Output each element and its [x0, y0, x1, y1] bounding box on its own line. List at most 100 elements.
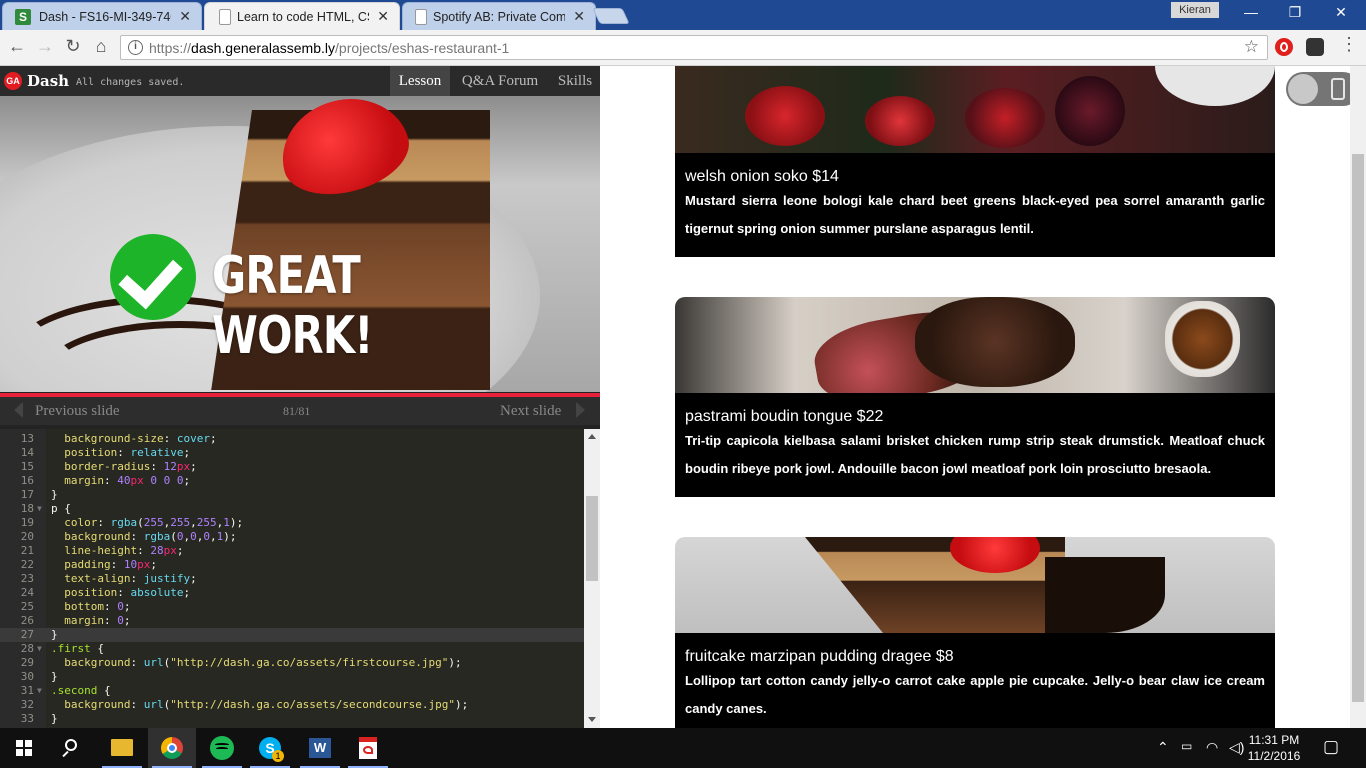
reload-icon[interactable]: ↻	[62, 36, 84, 57]
tab-title: Dash - FS16-MI-349-740	[39, 10, 171, 24]
code-token: :	[130, 530, 144, 543]
code-line[interactable]: 32 background: url("http://dash.ga.co/as…	[0, 698, 584, 712]
fold-arrow-icon[interactable]: ▼	[37, 502, 42, 516]
code-token: 0	[190, 530, 197, 543]
code-text: }	[51, 670, 58, 684]
incognito-extension-icon[interactable]	[1306, 38, 1324, 56]
code-token: :	[130, 698, 144, 711]
tab-lesson[interactable]: Lesson	[390, 66, 450, 96]
code-token: ;	[209, 432, 217, 445]
code-line[interactable]: 18 ▼ p {	[0, 502, 584, 516]
ga-logo-icon[interactable]: GA	[4, 72, 22, 90]
close-tab-icon[interactable]: ✕	[573, 8, 585, 25]
code-line[interactable]: 15 border-radius: 12px;	[0, 460, 584, 474]
code-token: .second	[51, 684, 98, 697]
minimize-icon[interactable]: —	[1228, 4, 1274, 20]
fold-arrow-icon[interactable]: ▼	[37, 684, 42, 698]
code-line[interactable]: 16 margin: 40px 0 0 0;	[0, 474, 584, 488]
info-icon[interactable]: i	[128, 40, 143, 55]
acrobat-icon[interactable]	[344, 728, 392, 768]
editor-scrollbar[interactable]	[584, 429, 600, 728]
code-line[interactable]: 26 margin: 0;	[0, 614, 584, 628]
previous-slide-button[interactable]: Previous slide	[35, 403, 120, 420]
code-line[interactable]: 23 text-align: justify;	[0, 572, 584, 586]
chrome-menu-icon[interactable]: ⋮	[1338, 34, 1360, 55]
tab-skills[interactable]: Skills	[550, 66, 600, 96]
code-token: );	[448, 656, 462, 669]
code-token: ;	[183, 474, 191, 487]
code-line[interactable]: 30}	[0, 670, 584, 684]
skype-icon[interactable]: S 1	[246, 728, 294, 768]
code-token: :	[117, 446, 131, 459]
close-window-icon[interactable]: ✕	[1318, 4, 1364, 21]
code-line[interactable]: 20 background: rgba(0,0,0,1);	[0, 530, 584, 544]
code-line[interactable]: 28 ▼ .first {	[0, 642, 584, 656]
tab-dash[interactable]: S Dash - FS16-MI-349-740 ✕	[2, 2, 202, 30]
code-line[interactable]: 24 position: absolute;	[0, 586, 584, 600]
tab-spotify[interactable]: Spotify AB: Private Comp ✕	[402, 2, 596, 30]
fold-arrow-icon[interactable]: ▼	[37, 642, 42, 656]
code-token: 255	[196, 516, 217, 529]
wifi-icon[interactable]: ◠	[1206, 739, 1218, 756]
new-tab-button[interactable]	[592, 8, 630, 24]
code-line[interactable]: 13 background-size: cover;	[0, 432, 584, 446]
restore-icon[interactable]: ❐	[1272, 4, 1318, 21]
next-slide-button[interactable]: Next slide	[500, 403, 561, 420]
code-line[interactable]: 33}	[0, 712, 584, 726]
notification-badge: 1	[272, 750, 284, 762]
word-icon[interactable]: W	[296, 728, 344, 768]
toggle-knob[interactable]	[1288, 74, 1318, 104]
forward-arrow-icon[interactable]: →	[34, 36, 56, 57]
code-line[interactable]: 25 bottom: 0;	[0, 600, 584, 614]
code-token: :	[104, 474, 118, 487]
battery-icon[interactable]: ▭	[1181, 739, 1192, 753]
bookmark-star-icon[interactable]: ☆	[1244, 37, 1259, 57]
code-line[interactable]: 22 padding: 10px;	[0, 558, 584, 572]
preview-scrollbar[interactable]	[1350, 66, 1366, 728]
page-favicon-icon	[415, 9, 427, 25]
code-line[interactable]: 19 color: rgba(255,255,255,1);	[0, 516, 584, 530]
mobile-view-toggle[interactable]	[1286, 72, 1360, 106]
close-tab-icon[interactable]: ✕	[179, 8, 191, 25]
chrome-icon[interactable]	[148, 728, 196, 768]
code-token: }	[51, 712, 58, 725]
code-line[interactable]: 17}	[0, 488, 584, 502]
close-tab-icon[interactable]: ✕	[377, 8, 389, 25]
code-lines[interactable]: 13 background-size: cover; 14 position: r…	[0, 432, 584, 726]
tab-learn-to-code[interactable]: Learn to code HTML, CSS ✕	[204, 2, 400, 30]
scroll-thumb[interactable]	[1352, 154, 1364, 702]
code-token: :	[117, 586, 131, 599]
code-token: 0	[117, 614, 124, 627]
tab-qa-forum[interactable]: Q&A Forum	[453, 66, 547, 96]
action-center-icon[interactable]: ▢	[1323, 737, 1339, 757]
code-line[interactable]: 27}	[0, 628, 584, 642]
profile-button[interactable]: Kieran	[1171, 2, 1219, 18]
back-arrow-icon[interactable]: ←	[6, 36, 28, 57]
next-arrow-icon[interactable]	[576, 402, 585, 418]
code-line[interactable]: 29 background: url("http://dash.ga.co/as…	[0, 656, 584, 670]
menu-card: fruitcake marzipan pudding dragee $8 Lol…	[675, 537, 1275, 728]
line-number: 31	[20, 684, 34, 697]
menu-card-text: welsh onion soko $14 Mustard sierra leon…	[675, 153, 1275, 257]
windows-start-icon[interactable]	[0, 728, 48, 768]
address-bar[interactable]: i https://dash.generalassemb.ly/projects…	[120, 35, 1268, 60]
search-icon[interactable]	[48, 728, 96, 768]
code-line[interactable]: 14 position: relative;	[0, 446, 584, 460]
code-line[interactable]: 31 ▼ .second {	[0, 684, 584, 698]
sauce-pot-image	[1165, 301, 1240, 377]
scroll-thumb[interactable]	[586, 496, 598, 581]
show-hidden-icons-icon[interactable]: ⌃	[1157, 739, 1169, 756]
code-editor[interactable]: 13 background-size: cover; 14 position: r…	[0, 429, 600, 728]
clock[interactable]: 11:31 PM 11/2/2016	[1240, 732, 1308, 764]
previous-arrow-icon[interactable]	[14, 402, 23, 418]
scroll-up-icon[interactable]	[588, 434, 596, 439]
line-number: 33	[20, 712, 34, 725]
code-text: }	[51, 712, 58, 726]
home-icon[interactable]: ⌂	[90, 36, 112, 57]
file-explorer-icon[interactable]	[98, 728, 146, 768]
code-line[interactable]: 21 line-height: 28px;	[0, 544, 584, 558]
opera-extension-icon[interactable]	[1275, 38, 1293, 56]
spotify-icon[interactable]	[198, 728, 246, 768]
scroll-down-icon[interactable]	[588, 717, 596, 722]
